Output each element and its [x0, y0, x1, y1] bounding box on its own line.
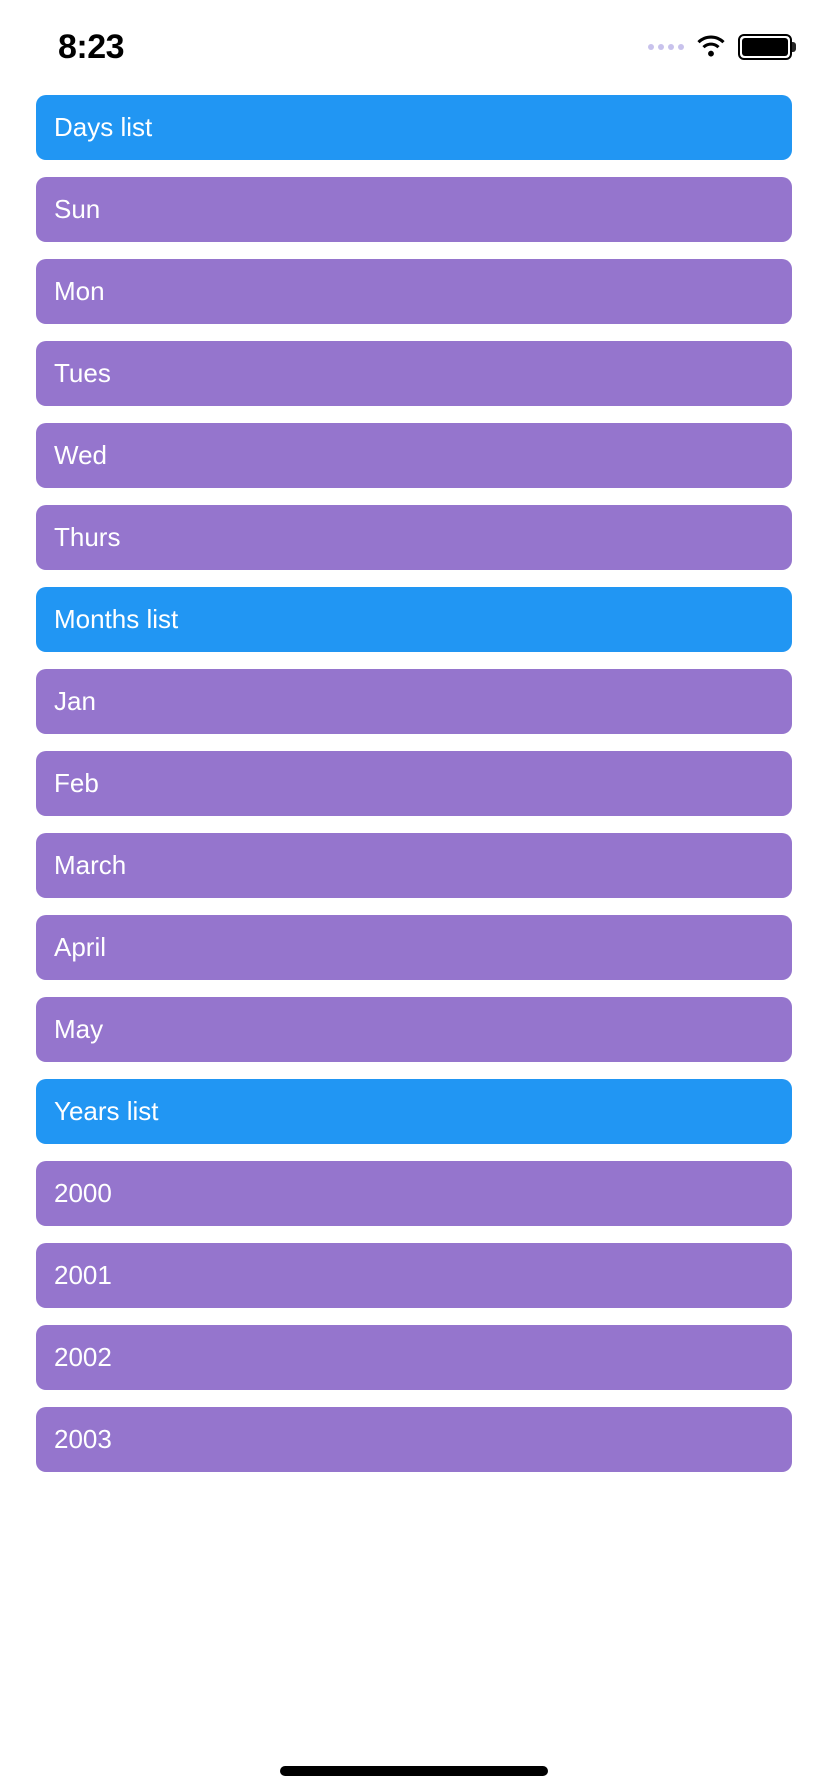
item-label: 2003 — [54, 1424, 112, 1455]
item-label: May — [54, 1014, 103, 1045]
list-item[interactable]: May — [36, 997, 792, 1062]
list-item[interactable]: Wed — [36, 423, 792, 488]
list-item[interactable]: 2001 — [36, 1243, 792, 1308]
list-item[interactable]: Tues — [36, 341, 792, 406]
list-item[interactable]: Feb — [36, 751, 792, 816]
section-title: Months list — [54, 604, 178, 635]
item-label: Mon — [54, 276, 105, 307]
list-item[interactable]: Mon — [36, 259, 792, 324]
item-label: 2000 — [54, 1178, 112, 1209]
section-header-days[interactable]: Days list — [36, 95, 792, 160]
section-title: Days list — [54, 112, 152, 143]
item-label: 2002 — [54, 1342, 112, 1373]
status-time: 8:23 — [36, 22, 124, 67]
home-indicator[interactable] — [280, 1766, 548, 1776]
list-item[interactable]: 2003 — [36, 1407, 792, 1472]
list-item[interactable]: March — [36, 833, 792, 898]
list-item[interactable]: 2002 — [36, 1325, 792, 1390]
item-label: April — [54, 932, 106, 963]
section-header-months[interactable]: Months list — [36, 587, 792, 652]
status-right-cluster — [648, 28, 792, 60]
item-label: 2001 — [54, 1260, 112, 1291]
list-item[interactable]: Thurs — [36, 505, 792, 570]
wifi-icon — [694, 34, 728, 60]
item-label: Thurs — [54, 522, 120, 553]
item-label: Feb — [54, 768, 99, 799]
section-header-years[interactable]: Years list — [36, 1079, 792, 1144]
list-item[interactable]: Sun — [36, 177, 792, 242]
item-label: Tues — [54, 358, 111, 389]
list-container[interactable]: Days list Sun Mon Tues Wed Thurs Months … — [0, 95, 828, 1732]
section-title: Years list — [54, 1096, 159, 1127]
list-item[interactable]: Jan — [36, 669, 792, 734]
item-label: March — [54, 850, 126, 881]
list-item[interactable]: April — [36, 915, 792, 980]
item-label: Sun — [54, 194, 100, 225]
item-label: Wed — [54, 440, 107, 471]
cell-dots-icon — [648, 44, 684, 50]
status-bar: 8:23 — [0, 0, 828, 88]
list-item[interactable]: 2000 — [36, 1161, 792, 1226]
item-label: Jan — [54, 686, 96, 717]
battery-icon — [738, 34, 792, 60]
